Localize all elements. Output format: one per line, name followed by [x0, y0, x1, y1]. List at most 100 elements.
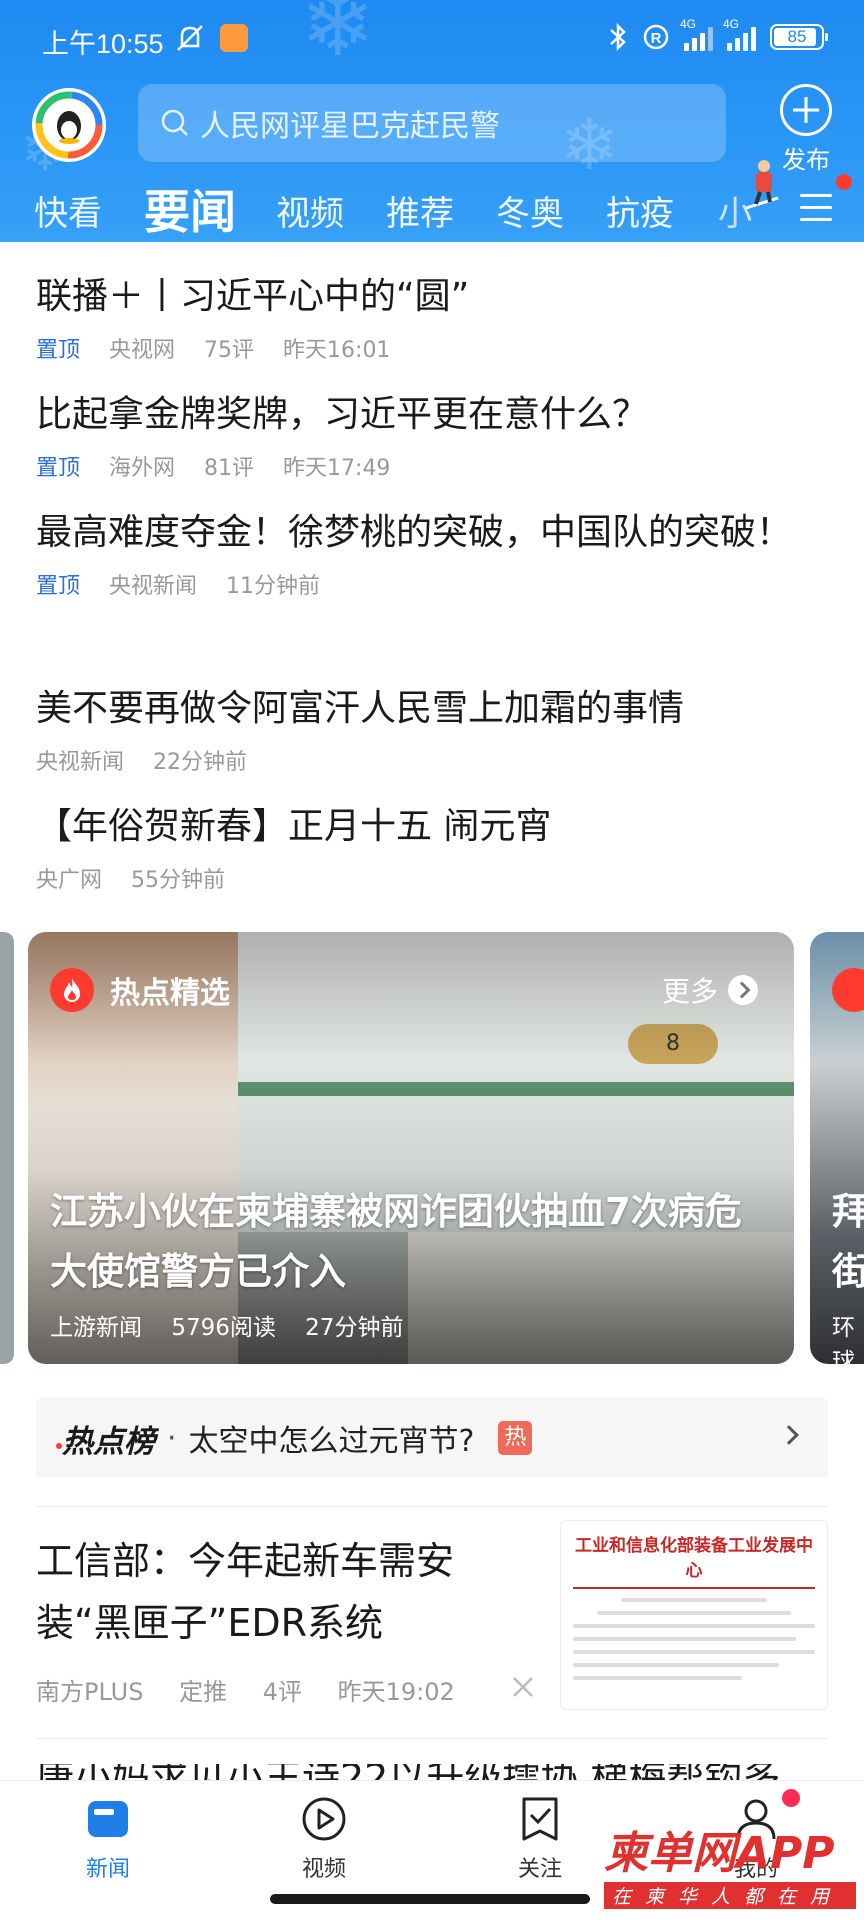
- thumbnail-text-line: [597, 1611, 791, 1615]
- article-comments: 4评: [262, 1678, 303, 1706]
- watermark-sub: 在柬华人都在用: [604, 1882, 856, 1909]
- hot-rank-logo: 热点榜: [56, 1416, 155, 1461]
- news-source: 央广网: [36, 868, 103, 893]
- news-item[interactable]: 比起拿金牌奖牌，习近平更在意什么？ 置顶 海外网 81评 昨天17:49: [36, 386, 836, 482]
- nav-video-label: 视频: [301, 1857, 346, 1882]
- signal-icon: 4G: [723, 17, 756, 51]
- registered-icon: R: [643, 24, 669, 50]
- chevron-right-circle-icon: [728, 975, 758, 1005]
- nav-video[interactable]: 视频: [264, 1795, 384, 1883]
- article-source: 南方PLUS: [36, 1678, 144, 1706]
- divider: [36, 1506, 828, 1507]
- card-reads: 5796阅读: [171, 1315, 276, 1341]
- notification-dot: [782, 1789, 800, 1807]
- signal-icon: 4G: [680, 17, 713, 51]
- article-title[interactable]: 工信部：今年起新车需安装“黑匣子”EDR系统: [36, 1530, 536, 1654]
- article-meta: 南方PLUS 定推 4评 昨天19:02: [36, 1672, 483, 1707]
- tab-winter-olympics[interactable]: 冬奥: [496, 186, 564, 235]
- search-placeholder: 人民网评星巴克赶民警: [200, 109, 500, 144]
- battery-icon: 85: [770, 24, 828, 50]
- article-tag: 定推: [179, 1678, 228, 1706]
- thumbnail-text-line: [573, 1676, 743, 1680]
- hot-rank-bar[interactable]: 热点榜 · 太空中怎么过元宵节? 热: [36, 1398, 828, 1478]
- card-time: 27分钟前: [305, 1315, 404, 1341]
- status-time: 上午10:55: [42, 29, 164, 59]
- card-meta: 上游新闻 5796阅读 27分钟前: [50, 1308, 425, 1342]
- next-card-source-partial: 环球: [832, 1315, 855, 1364]
- tab-recommend[interactable]: 推荐: [386, 186, 454, 235]
- news-item[interactable]: 联播＋丨习近平心中的“圆” 置顶 央视网 75评 昨天16:01: [36, 268, 836, 364]
- article-thumbnail[interactable]: 工业和信息化部装备工业发展中心: [560, 1520, 828, 1710]
- news-title: 美不要再做令阿富汗人民雪上加霜的事情: [36, 688, 685, 729]
- notification-app-icon: [220, 24, 248, 52]
- card-source: 上游新闻: [50, 1315, 142, 1341]
- home-indicator[interactable]: [270, 1894, 590, 1904]
- news-comments: 75评: [204, 338, 255, 363]
- news-title: 联播＋丨习近平心中的“圆”: [36, 276, 470, 317]
- news-title: 最高难度夺金！徐梦桃的突破，中国队的突破！: [36, 512, 793, 553]
- news-source: 海外网: [109, 456, 176, 481]
- news-item[interactable]: 最高难度夺金！徐梦桃的突破，中国队的突破！ 置顶 央视新闻 11分钟前: [36, 504, 836, 600]
- news-time: 11分钟前: [226, 574, 321, 599]
- search-icon: [161, 109, 188, 136]
- more-button[interactable]: 更多: [662, 970, 758, 1010]
- qq-news-logo[interactable]: [32, 88, 106, 162]
- fire-icon: [832, 968, 864, 1012]
- nav-follow[interactable]: 关注: [480, 1795, 600, 1883]
- tab-yaowen[interactable]: 要闻: [144, 176, 236, 242]
- hot-rank-topic: 太空中怎么过元宵节?: [188, 1424, 475, 1459]
- thumbnail-text-line: [573, 1650, 815, 1654]
- news-icon: [84, 1795, 132, 1843]
- tab-video[interactable]: 视频: [276, 186, 344, 235]
- dismiss-close-icon[interactable]: [510, 1674, 536, 1700]
- bluetooth-icon: [610, 22, 626, 52]
- hot-picks-header: 热点精选: [50, 968, 230, 1012]
- fire-icon: [50, 968, 94, 1012]
- news-time: 55分钟前: [131, 868, 226, 893]
- news-source: 央视网: [109, 338, 176, 363]
- card-headline: 江苏小伙在柬埔寨被网诈团伙抽血7次病危 大使馆警方已介入: [50, 1190, 742, 1293]
- plus-icon: [780, 84, 832, 136]
- tab-kuaikan[interactable]: 快看: [34, 186, 102, 235]
- news-item[interactable]: 美不要再做令阿富汗人民雪上加霜的事情 央视新闻 22分钟前: [36, 680, 836, 776]
- chevron-right-icon: [779, 1425, 799, 1445]
- pin-badge: 置顶: [36, 338, 81, 363]
- status-bar: 上午10:55 R 4G 4G 85: [0, 0, 864, 78]
- carousel-next-card[interactable]: 拜街 环球: [810, 932, 864, 1364]
- app-header: ❄ ❄ ❄ 上午10:55 R 4G 4G 85: [0, 0, 864, 242]
- menu-icon[interactable]: [800, 194, 832, 224]
- thumbnail-heading: 工业和信息化部装备工业发展中心: [573, 1531, 815, 1589]
- news-time: 昨天17:49: [283, 456, 391, 481]
- pin-badge: 置顶: [36, 574, 81, 599]
- mute-bell-icon: [177, 25, 203, 51]
- news-time: 昨天16:01: [283, 338, 391, 363]
- search-input[interactable]: 人民网评星巴克赶民警: [138, 84, 726, 162]
- news-source: 央视新闻: [36, 750, 125, 775]
- watermark-main: 柬单网APP: [604, 1828, 835, 1879]
- video-play-icon: [300, 1795, 348, 1843]
- news-meta: 央广网 55分钟前: [36, 862, 836, 894]
- thumbnail-text-line: [621, 1598, 767, 1602]
- divider: [36, 1738, 828, 1739]
- notification-dot: [836, 174, 852, 190]
- svg-text:R: R: [651, 30, 662, 47]
- separator-dot: ·: [167, 1420, 177, 1456]
- nav-news[interactable]: 新闻: [48, 1795, 168, 1883]
- news-title: 【年俗贺新春】正月十五 闹元宵: [36, 806, 552, 847]
- nav-news-label: 新闻: [85, 1857, 130, 1882]
- news-meta: 置顶 央视新闻 11分钟前: [36, 568, 836, 600]
- follow-check-icon: [516, 1795, 564, 1843]
- watermark-logo: 柬单网APP 在柬华人都在用: [604, 1830, 856, 1914]
- thumbnail-text-line: [573, 1637, 796, 1641]
- tab-epidemic[interactable]: 抗疫: [606, 186, 674, 235]
- carousel-prev-card[interactable]: [0, 932, 14, 1364]
- news-item[interactable]: 【年俗贺新春】正月十五 闹元宵 央广网 55分钟前: [36, 798, 836, 894]
- tab-partial[interactable]: 小: [718, 186, 752, 235]
- status-icons: R 4G 4G 85: [608, 17, 828, 52]
- news-meta: 置顶 海外网 81评 昨天17:49: [36, 450, 836, 482]
- channel-tabs: 快看 要闻 视频 推荐 冬奥 抗疫 小: [0, 176, 864, 242]
- hot-picks-card[interactable]: 8 热点精选 更多 江苏小伙在柬埔寨被网诈团伙抽血7次病危 大使馆警方已介入 上…: [28, 932, 794, 1364]
- hot-picks-label: 热点精选: [110, 976, 230, 1011]
- thumbnail-text-line: [573, 1624, 815, 1628]
- news-time: 22分钟前: [153, 750, 248, 775]
